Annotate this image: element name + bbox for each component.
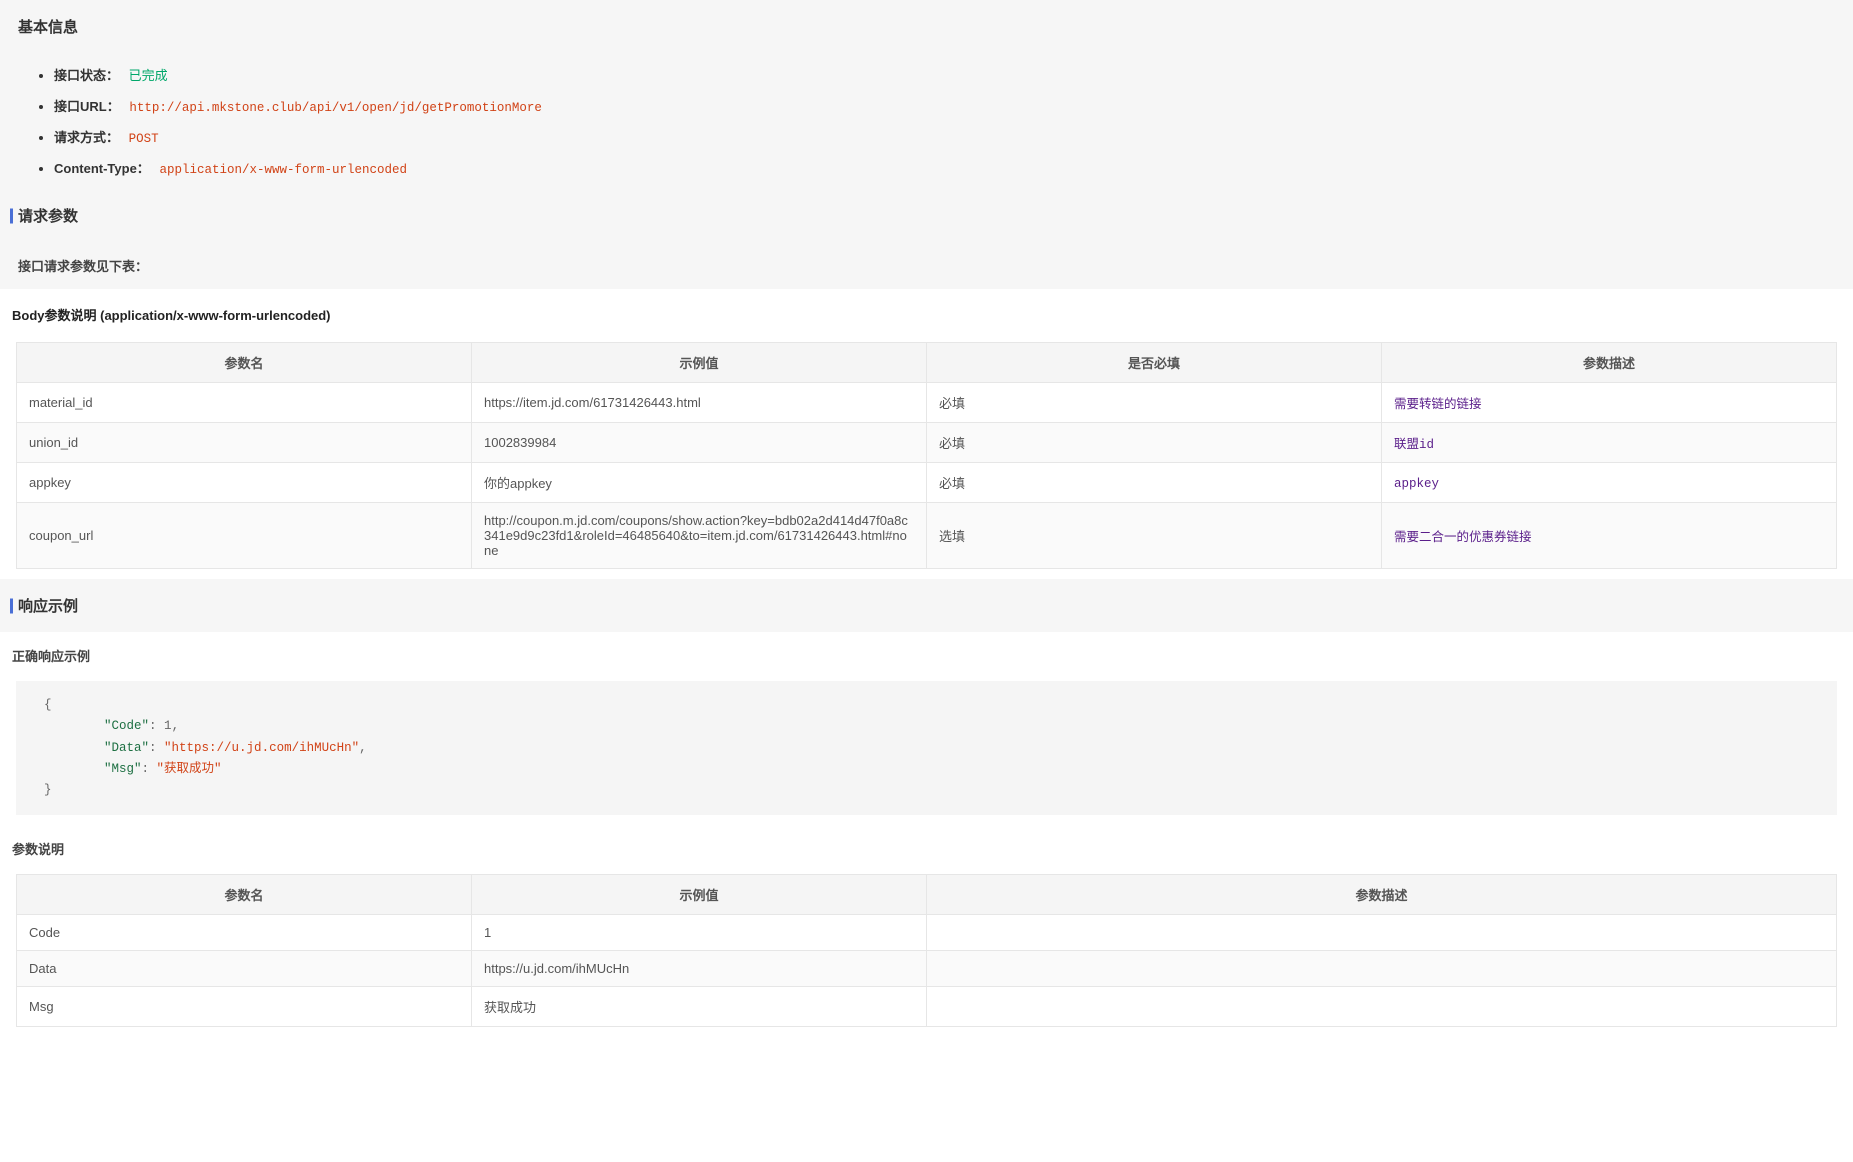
cell-param-name: appkey bbox=[17, 463, 472, 503]
cell-desc bbox=[927, 951, 1837, 987]
cell-required: 必填 bbox=[927, 463, 1382, 503]
response-param-heading: 参数说明 bbox=[0, 825, 1853, 866]
body-params-heading: Body参数说明 (application/x-www-form-urlenco… bbox=[0, 289, 1853, 334]
col-header: 参数描述 bbox=[1382, 343, 1837, 383]
cell-param-name: Msg bbox=[17, 987, 472, 1027]
cell-param-name: union_id bbox=[17, 423, 472, 463]
cell-example: 获取成功 bbox=[472, 987, 927, 1027]
table-row: Code1 bbox=[17, 915, 1837, 951]
info-item: Content-Type： application/x-www-form-url… bbox=[54, 152, 1853, 183]
basic-info-title: 基本信息 bbox=[0, 0, 1853, 53]
cell-param-name: material_id bbox=[17, 383, 472, 423]
info-label: 接口URL： bbox=[54, 99, 120, 114]
table-row: union_id1002839984必填联盟id bbox=[17, 423, 1837, 463]
table-row: appkey你的appkey必填appkey bbox=[17, 463, 1837, 503]
info-label: 接口状态： bbox=[54, 68, 119, 83]
cell-desc: 需要转链的链接 bbox=[1382, 383, 1837, 423]
col-header: 是否必填 bbox=[927, 343, 1382, 383]
cell-example: 1 bbox=[472, 915, 927, 951]
cell-desc bbox=[927, 915, 1837, 951]
info-value-status: 已完成 bbox=[123, 68, 168, 83]
cell-example: https://item.jd.com/61731426443.html bbox=[472, 383, 927, 423]
table-row: Datahttps://u.jd.com/ihMUcHn bbox=[17, 951, 1837, 987]
basic-info-list: 接口状态： 已完成 接口URL： http://api.mkstone.club… bbox=[0, 53, 1853, 189]
cell-required: 必填 bbox=[927, 423, 1382, 463]
cell-example: 1002839984 bbox=[472, 423, 927, 463]
info-item: 接口状态： 已完成 bbox=[54, 59, 1853, 90]
table-row: coupon_urlhttp://coupon.m.jd.com/coupons… bbox=[17, 503, 1837, 569]
request-params-table: 参数名 示例值 是否必填 参数描述 material_idhttps://ite… bbox=[16, 342, 1837, 569]
cell-param-name: coupon_url bbox=[17, 503, 472, 569]
cell-param-name: Data bbox=[17, 951, 472, 987]
cell-param-name: Code bbox=[17, 915, 472, 951]
col-header: 参数名 bbox=[17, 343, 472, 383]
cell-required: 必填 bbox=[927, 383, 1382, 423]
info-value-contenttype: application/x-www-form-urlencoded bbox=[153, 163, 407, 177]
response-params-table: 参数名 示例值 参数描述 Code1Datahttps://u.jd.com/i… bbox=[16, 874, 1837, 1027]
col-header: 参数描述 bbox=[927, 875, 1837, 915]
info-label: 请求方式： bbox=[54, 130, 119, 145]
info-value-url: http://api.mkstone.club/api/v1/open/jd/g… bbox=[123, 101, 542, 115]
table-row: Msg获取成功 bbox=[17, 987, 1837, 1027]
info-value-method: POST bbox=[123, 132, 159, 146]
info-item: 接口URL： http://api.mkstone.club/api/v1/op… bbox=[54, 90, 1853, 121]
cell-example: 你的appkey bbox=[472, 463, 927, 503]
cell-example: https://u.jd.com/ihMUcHn bbox=[472, 951, 927, 987]
cell-desc: 需要二合一的优惠券链接 bbox=[1382, 503, 1837, 569]
col-header: 示例值 bbox=[472, 343, 927, 383]
cell-required: 选填 bbox=[927, 503, 1382, 569]
cell-desc: appkey bbox=[1382, 463, 1837, 503]
table-row: material_idhttps://item.jd.com/617314264… bbox=[17, 383, 1837, 423]
request-params-caption: 接口请求参数见下表： bbox=[0, 242, 1853, 289]
cell-desc: 联盟id bbox=[1382, 423, 1837, 463]
cell-example: http://coupon.m.jd.com/coupons/show.acti… bbox=[472, 503, 927, 569]
col-header: 示例值 bbox=[472, 875, 927, 915]
info-item: 请求方式： POST bbox=[54, 121, 1853, 152]
info-label: Content-Type： bbox=[54, 161, 150, 176]
col-header: 参数名 bbox=[17, 875, 472, 915]
request-params-title: 请求参数 bbox=[0, 189, 1853, 242]
response-ok-heading: 正确响应示例 bbox=[0, 632, 1853, 673]
cell-desc bbox=[927, 987, 1837, 1027]
response-json-block: { "Code": 1, "Data": "https://u.jd.com/i… bbox=[16, 681, 1837, 815]
response-example-title: 响应示例 bbox=[0, 579, 1853, 632]
